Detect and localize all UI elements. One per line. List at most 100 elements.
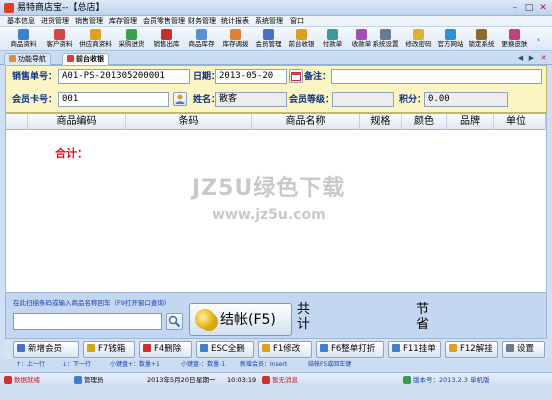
col-header-code[interactable]: 商品编码 [28, 114, 126, 130]
tab-front-cashier[interactable]: 前台收银 [62, 53, 109, 65]
checkout-button[interactable]: 结帐(F5) [189, 303, 292, 336]
delete-row-button[interactable]: F4删除 [139, 341, 192, 358]
hold-order-button[interactable]: F11挂单 [388, 341, 441, 358]
calendar-button[interactable] [289, 69, 303, 83]
sale-items-grid[interactable]: 商品编码 条码 商品名称 规格 颜色 品牌 单位 [5, 113, 547, 293]
sale-no-field[interactable]: A01-PS-201305200001 [58, 69, 190, 84]
col-header-color[interactable]: 颜色 [402, 114, 447, 130]
scan-input[interactable] [13, 313, 162, 330]
minimize-button[interactable]: – [508, 2, 522, 14]
member-level-label: 会员等级： [289, 95, 335, 105]
customer-icon [54, 29, 65, 40]
tab-function-nav[interactable]: 功能导航 [4, 53, 51, 65]
stock-icon [196, 29, 207, 40]
watermark-title: JZ5U绿色下载 [192, 176, 346, 201]
discount-icon [320, 344, 328, 352]
status-time: 10:03:19 [227, 376, 257, 384]
grid-header: 商品编码 条码 商品名称 规格 颜色 品牌 单位 [6, 114, 546, 130]
hold-icon [392, 344, 400, 352]
status-message: 暂无消息 [272, 376, 298, 384]
saving-amount-label: 节省 [416, 302, 430, 332]
tab-next-icon[interactable]: ▶ [527, 54, 536, 63]
toolbar-overflow-icon[interactable]: ‹ [537, 35, 540, 44]
total-amount-label: 共计 [297, 302, 311, 332]
member-icon [263, 29, 274, 40]
maximize-button[interactable]: □ [522, 2, 536, 14]
menu-purchase[interactable]: 进货管理 [41, 16, 69, 27]
points-field[interactable]: 0.00 [424, 92, 508, 107]
key-icon [413, 29, 424, 40]
cash-drawer-button[interactable]: F7钱箱 [83, 341, 135, 358]
menu-window[interactable]: 窗口 [290, 16, 304, 27]
member-card-field[interactable]: 001 [58, 92, 169, 107]
modify-button[interactable]: F1修改 [258, 341, 312, 358]
app-icon [4, 3, 14, 13]
member-lookup-button[interactable] [173, 92, 187, 106]
scan-search-button[interactable] [166, 313, 183, 330]
status-user: 管理员 [84, 376, 104, 384]
menu-finance[interactable]: 财务管理 [188, 16, 216, 27]
settings-icon [380, 29, 391, 40]
watermark-url: www.jz5u.com [212, 207, 326, 223]
status-bar: 数据就绪 管理员 2013年5月20日 星期一 10:03:19 暂无消息 版本… [0, 372, 552, 386]
hint-qty-minus: 小键盘-：数量-1 [181, 361, 226, 368]
function-key-bar: 新增会员 F7钱箱 F4删除 ESC全删 F1修改 F6整单打折 F11挂单 F… [5, 339, 547, 359]
sale-header-form: 销售单号： A01-PS-201305200001 日期： 2013-05-20… [5, 65, 547, 113]
col-header-barcode[interactable]: 条码 [126, 114, 252, 130]
row-indicator-header [6, 114, 28, 130]
col-header-brand[interactable]: 品牌 [447, 114, 494, 130]
order-discount-button[interactable]: F6整单打折 [316, 341, 384, 358]
menu-member-retail[interactable]: 会员零售管理 [143, 16, 185, 27]
close-button[interactable]: ✕ [536, 2, 550, 14]
tab-bar: 功能导航 前台收银 [0, 52, 552, 65]
release-order-button[interactable]: F12解挂 [445, 341, 498, 358]
gear-icon [506, 344, 514, 352]
purchase-icon [126, 29, 137, 40]
menu-basic-info[interactable]: 基本信息 [7, 16, 35, 27]
delete-all-button[interactable]: ESC全删 [196, 341, 254, 358]
col-header-spec[interactable]: 规格 [360, 114, 402, 130]
tab-prev-icon[interactable]: ◀ [516, 54, 525, 63]
window-bottom-edge [0, 386, 552, 400]
clear-icon [200, 344, 208, 352]
sales-icon [161, 29, 172, 40]
edit-icon [262, 344, 270, 352]
member-level-field[interactable] [332, 92, 394, 107]
globe-icon [445, 29, 456, 40]
transfer-icon [230, 29, 241, 40]
menu-system[interactable]: 系统管理 [255, 16, 283, 27]
message-icon [262, 376, 270, 384]
checkout-label: 结帐(F5) [220, 312, 276, 328]
col-header-unit[interactable]: 单位 [494, 114, 546, 130]
add-member-button[interactable]: 新增会员 [13, 341, 79, 358]
menu-inventory[interactable]: 库存管理 [109, 16, 137, 27]
status-date: 2013年5月20日 [147, 376, 196, 384]
member-card-label: 会员卡号： [12, 95, 58, 105]
settings-button[interactable]: 设置 [502, 341, 545, 358]
lock-icon [476, 29, 487, 40]
tab-close-icon[interactable]: ✕ [539, 54, 548, 63]
toolbar-skin[interactable]: 更换皮肤 [496, 28, 533, 50]
cashier-icon [67, 55, 74, 62]
col-header-name[interactable]: 商品名称 [252, 114, 360, 130]
hint-checkout: 结帐F5或回车键 [308, 361, 352, 368]
status-ready: 数据就绪 [14, 376, 40, 384]
member-lookup-icon [175, 94, 185, 104]
scan-hint: 在此扫描条码或输入商品名称回车（F9打开窗口查询） [13, 299, 171, 307]
sale-no-label: 销售单号： [12, 72, 58, 82]
hint-prev-row: ↑：上一行 [16, 361, 46, 368]
shortcut-hints: ↑：上一行 ↓：下一行 小键盘+：数量+1 小键盘-：数量-1 新增会员：Ins… [0, 359, 552, 371]
receipt-icon [356, 29, 367, 40]
date-field[interactable]: 2013-05-20 [215, 69, 287, 84]
menu-sales[interactable]: 销售管理 [75, 16, 103, 27]
version-icon [403, 376, 411, 384]
name-field[interactable]: 散客 [215, 92, 287, 107]
delete-icon [143, 344, 151, 352]
user-icon [74, 376, 82, 384]
remark-field[interactable] [331, 69, 542, 84]
add-member-icon [17, 344, 25, 352]
window-title: 易特商店宝--【总店】 [17, 3, 105, 13]
skin-icon [509, 29, 520, 40]
menu-reports[interactable]: 统计报表 [221, 16, 249, 27]
status-weekday: 星期一 [196, 376, 216, 384]
